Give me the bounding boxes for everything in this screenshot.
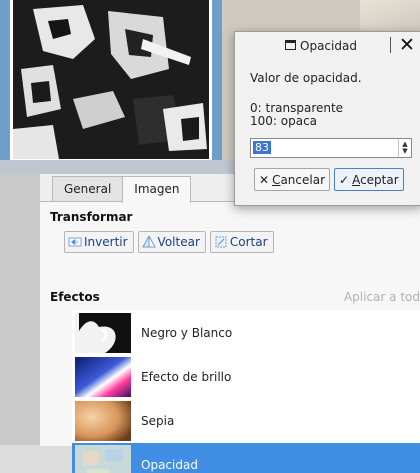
invert-icon (68, 235, 82, 249)
effect-label: Efecto de brillo (141, 370, 232, 384)
properties-panel: General Imagen Transformar Invertir Volt… (40, 174, 420, 473)
spin-down-icon[interactable]: ▼ (402, 148, 407, 155)
crop-button[interactable]: Cortar (209, 231, 274, 253)
dialog-prompt: Valor de opacidad. (250, 71, 362, 85)
invert-button-label: Invertir (84, 235, 128, 249)
opacity-dialog: Opacidad ✕ Valor de opacidad. 0: transpa… (234, 31, 420, 206)
ok-label: Aceptar (352, 172, 399, 187)
tab-content-imagen: Transformar Invertir Voltear Cortar Efec… (40, 201, 420, 473)
ok-button[interactable]: ✓ Aceptar (334, 168, 404, 191)
dialog-title-text: Opacidad (300, 39, 357, 53)
image-preview-graphic (13, 0, 209, 159)
transform-buttons: Invertir Voltear Cortar (64, 231, 274, 253)
flip-button[interactable]: Voltear (137, 231, 206, 253)
desktop-background-corner (360, 0, 420, 30)
apply-to-all-button[interactable]: Aplicar a tod (344, 290, 420, 304)
effect-item-glow[interactable]: Efecto de brillo (72, 355, 420, 399)
image-preview (10, 0, 212, 162)
effect-item-black-white[interactable]: Negro y Blanco (72, 311, 420, 355)
glow-thumbnail (75, 357, 131, 397)
black-white-thumbnail (75, 313, 131, 353)
cancel-icon: ✕ (259, 172, 270, 187)
dialog-title: Opacidad (285, 39, 357, 53)
flip-icon (141, 235, 156, 249)
crop-button-label: Cortar (229, 235, 268, 249)
effects-list: Negro y Blanco Efecto de brillo Sepia Op… (72, 310, 420, 473)
close-icon[interactable]: ✕ (399, 34, 415, 56)
cancel-button[interactable]: ✕ Cancelar (254, 168, 331, 191)
window-icon (285, 39, 296, 53)
effects-section-title: Efectos (50, 290, 100, 304)
tab-bar: General Imagen (52, 176, 192, 203)
image-preview-frame (0, 0, 222, 172)
dialog-titlebar: Opacidad ✕ (235, 32, 420, 60)
opacity-value: 83 (253, 141, 271, 154)
effect-label: Sepia (141, 414, 175, 428)
check-icon: ✓ (339, 172, 350, 187)
transform-section-title: Transformar (50, 210, 133, 224)
cancel-label: Cancelar (272, 172, 326, 187)
effect-item-opacity[interactable]: Opacidad (72, 443, 420, 473)
dialog-hint-opaque: 100: opaca (250, 114, 318, 128)
invert-button[interactable]: Invertir (64, 231, 134, 253)
opacity-thumbnail (75, 445, 131, 473)
effect-item-sepia[interactable]: Sepia (72, 399, 420, 443)
spin-arrows[interactable]: ▲ ▼ (398, 139, 411, 157)
flip-button-label: Voltear (157, 235, 200, 249)
effect-label: Negro y Blanco (141, 326, 233, 340)
window-background (0, 174, 40, 445)
tab-imagen[interactable]: Imagen (122, 176, 192, 203)
crop-icon (214, 235, 228, 249)
titlebar-separator (390, 37, 391, 53)
opacity-spinbox[interactable]: 83 ▲ ▼ (250, 138, 412, 158)
sepia-thumbnail (75, 401, 131, 441)
dialog-buttons: ✕ Cancelar ✓ Aceptar (254, 168, 404, 191)
tab-general[interactable]: General (52, 176, 124, 201)
effect-label: Opacidad (141, 458, 198, 472)
